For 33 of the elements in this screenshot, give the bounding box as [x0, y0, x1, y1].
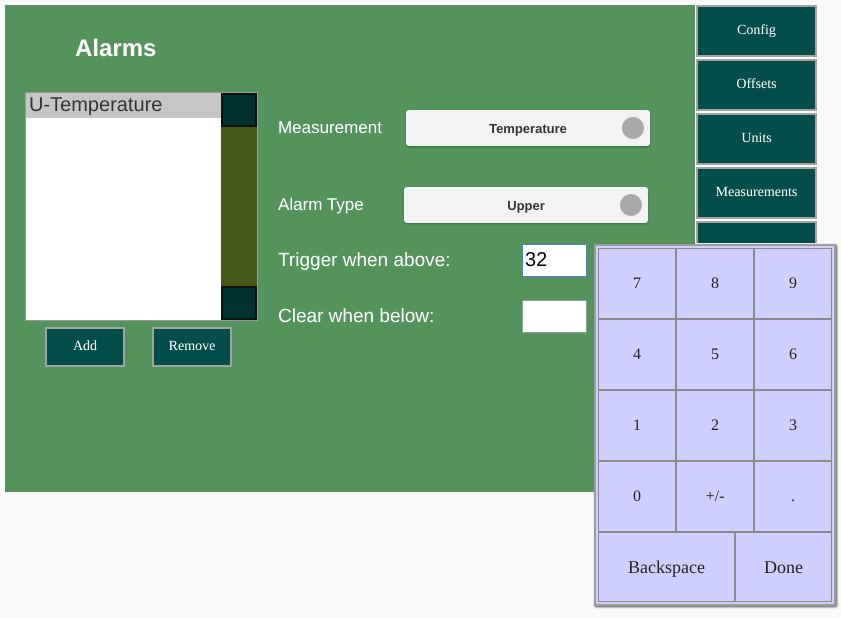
nav-button[interactable]: Measurements: [696, 167, 817, 219]
field-label: Trigger when above:: [278, 250, 452, 272]
nav-button[interactable]: [696, 221, 817, 243]
alarm-list[interactable]: U-Temperature: [25, 92, 258, 321]
keypad-key[interactable]: 4: [598, 319, 676, 390]
field-label: Alarm Type: [278, 195, 365, 215]
list-button[interactable]: Remove: [152, 327, 232, 367]
nav-button[interactable]: Offsets: [696, 59, 817, 111]
nav-button[interactable]: Units: [696, 113, 817, 165]
keypad-key[interactable]: 7: [598, 248, 676, 319]
nav-button[interactable]: Config: [696, 5, 817, 57]
keypad-key[interactable]: 8: [676, 248, 754, 319]
input-field[interactable]: 32: [522, 244, 587, 277]
keypad-key[interactable]: 3: [754, 390, 832, 461]
keypad-key[interactable]: +/-: [676, 461, 754, 532]
field-label: Clear when below:: [278, 306, 436, 328]
keypad-key[interactable]: 1: [598, 390, 676, 461]
alarm-type-select[interactable]: Upper: [404, 187, 648, 223]
field-label: Measurement: [278, 118, 383, 138]
keypad-key[interactable]: 9: [754, 248, 832, 319]
list-item[interactable]: U-Temperature: [26, 93, 221, 118]
keypad-key[interactable]: Backspace: [598, 532, 735, 602]
keypad-key[interactable]: Done: [735, 532, 832, 602]
keypad-key[interactable]: .: [754, 461, 832, 532]
scrollbar[interactable]: [221, 93, 257, 320]
measurement-select[interactable]: Temperature: [406, 110, 650, 146]
keypad-key[interactable]: 6: [754, 319, 832, 390]
keypad-key[interactable]: 0: [598, 461, 676, 532]
keypad-key[interactable]: 5: [676, 319, 754, 390]
page-title: Alarms: [75, 35, 158, 64]
input-field[interactable]: [522, 300, 587, 333]
keypad-key[interactable]: 2: [676, 390, 754, 461]
list-button[interactable]: Add: [45, 327, 125, 367]
